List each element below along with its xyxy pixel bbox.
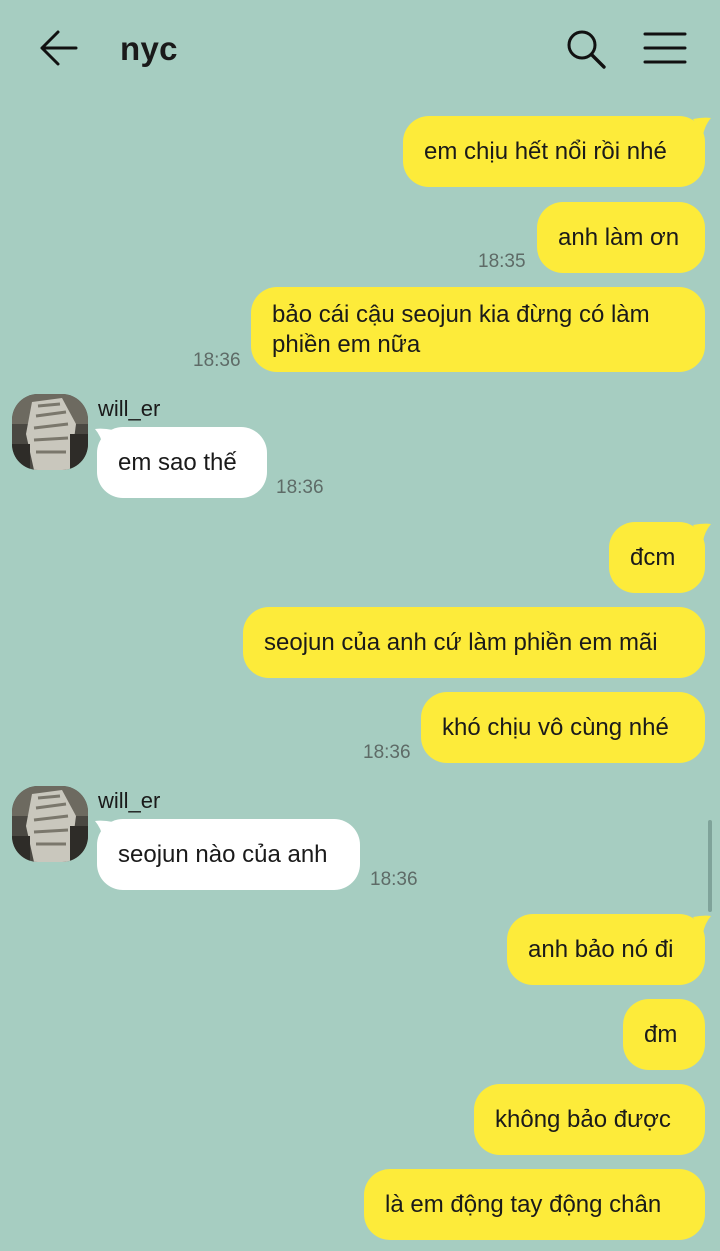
bubble-tail [693,523,711,541]
message-text: anh bảo nó đi [528,935,674,963]
message-text: bảo cái cậu seojun kia đừng có làm phiền… [272,300,650,358]
message-text: không bảo được [495,1105,671,1133]
message-bubble-outgoing[interactable]: khó chịu vô cùng nhé [421,692,705,763]
bubble-tail [693,117,711,135]
message-timestamp: 18:35 [478,251,526,272]
message-text: em sao thế [118,448,237,476]
message-text: seojun nào của anh [118,840,328,868]
message-text: là em động tay động chân [385,1190,662,1218]
message-text: đm [644,1020,678,1048]
message-text: đcm [630,543,676,571]
message-bubble-incoming[interactable]: seojun nào của anh [97,819,360,890]
chat-title: nyc [120,30,178,67]
sender-name: will_er [98,788,161,813]
avatar[interactable] [12,786,88,862]
hamburger-menu-icon[interactable] [642,30,688,66]
chat-header: nyc [0,0,720,98]
message-bubble-outgoing[interactable]: không bảo được [474,1084,705,1155]
message-text: khó chịu vô cùng nhé [442,713,669,741]
message-timestamp: 18:36 [363,742,411,763]
message-bubble-outgoing[interactable]: là em động tay động chân [364,1169,705,1240]
message-bubble-outgoing[interactable]: bảo cái cậu seojun kia đừng có làm phiền… [251,287,705,372]
avatar[interactable] [12,394,88,470]
message-text: seojun của anh cứ làm phiền em mãi [264,628,658,656]
bubble-tail [693,915,711,933]
message-bubble-outgoing[interactable]: em chịu hết nổi rồi nhé [403,116,705,187]
message-timestamp: 18:36 [193,350,241,371]
scrollbar[interactable] [708,820,712,912]
message-text: em chịu hết nổi rồi nhé [424,137,667,165]
message-bubble-outgoing[interactable]: anh làm ơn [537,202,705,273]
message-text: anh làm ơn [558,223,680,251]
arrow-left-icon[interactable] [36,28,80,68]
message-bubble-outgoing[interactable]: đcm [609,522,705,593]
sender-name: will_er [98,396,161,421]
message-timestamp: 18:36 [370,869,418,890]
search-icon[interactable] [564,28,608,70]
message-bubble-outgoing[interactable]: anh bảo nó đi [507,914,705,985]
message-bubble-outgoing[interactable]: đm [623,999,705,1070]
message-bubble-incoming[interactable]: em sao thế [97,427,267,498]
message-timestamp: 18:36 [276,477,324,498]
message-bubble-outgoing[interactable]: seojun của anh cứ làm phiền em mãi [243,607,705,678]
